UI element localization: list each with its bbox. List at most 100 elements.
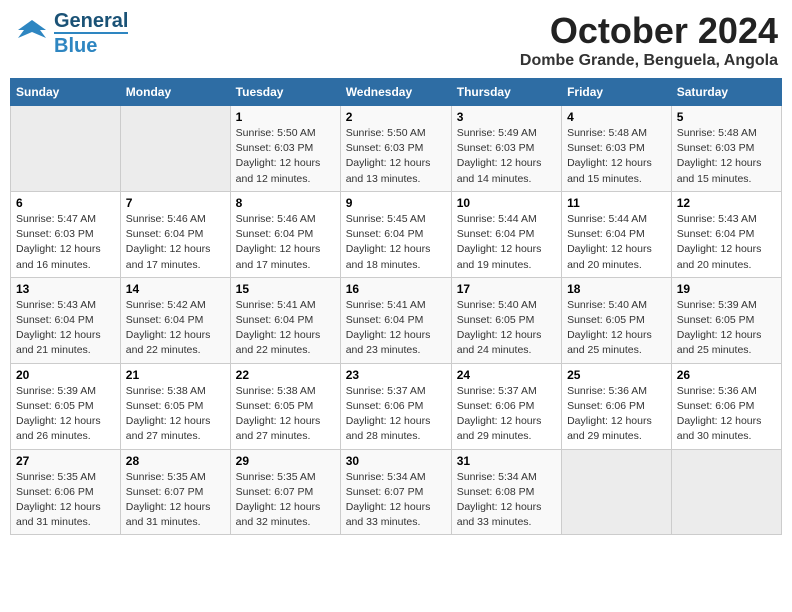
day-number: 28 — [126, 454, 225, 468]
col-header-friday: Friday — [562, 79, 672, 106]
day-number: 13 — [16, 282, 115, 296]
day-info: Sunrise: 5:36 AM Sunset: 6:06 PM Dayligh… — [677, 384, 776, 445]
day-number: 1 — [236, 110, 335, 124]
calendar-cell: 14 Sunrise: 5:42 AM Sunset: 6:04 PM Dayli… — [120, 277, 230, 363]
calendar-cell: 19Sunrise: 5:39 AM Sunset: 6:05 PM Dayli… — [671, 277, 781, 363]
day-info: Sunrise: 5:36 AM Sunset: 6:06 PM Dayligh… — [567, 384, 666, 445]
day-info: Sunrise: 5:38 AM Sunset: 6:05 PM Dayligh… — [126, 384, 225, 445]
day-info: Sunrise: 5:46 AM Sunset: 6:04 PM Dayligh… — [236, 212, 335, 273]
calendar-cell: 26 Sunrise: 5:36 AM Sunset: 6:06 PM Dayli… — [671, 363, 781, 449]
calendar-cell: 13 Sunrise: 5:43 AM Sunset: 6:04 PM Dayli… — [11, 277, 121, 363]
calendar-cell — [11, 106, 121, 192]
day-number: 20 — [16, 368, 115, 382]
day-info: Sunrise: 5:41 AM Sunset: 6:04 PM Dayligh… — [346, 298, 446, 359]
calendar-cell: 29 Sunrise: 5:35 AM Sunset: 6:07 PM Dayli… — [230, 449, 340, 535]
day-number: 18 — [567, 282, 666, 296]
day-info: Sunrise: 5:35 AM Sunset: 6:06 PM Dayligh… — [16, 470, 115, 531]
day-info: Sunrise: 5:41 AM Sunset: 6:04 PM Dayligh… — [236, 298, 335, 359]
day-number: 24 — [457, 368, 556, 382]
day-info: Sunrise: 5:47 AM Sunset: 6:03 PM Dayligh… — [16, 212, 115, 273]
calendar-cell: 17 Sunrise: 5:40 AM Sunset: 6:05 PM Dayli… — [451, 277, 561, 363]
day-info: Sunrise: 5:38 AM Sunset: 6:05 PM Dayligh… — [236, 384, 335, 445]
calendar-cell: 23 Sunrise: 5:37 AM Sunset: 6:06 PM Dayli… — [340, 363, 451, 449]
day-info: Sunrise: 5:40 AM Sunset: 6:05 PM Dayligh… — [457, 298, 556, 359]
calendar-cell: 10 Sunrise: 5:44 AM Sunset: 6:04 PM Dayli… — [451, 191, 561, 277]
calendar-table: SundayMondayTuesdayWednesdayThursdayFrid… — [10, 78, 782, 535]
calendar-cell — [120, 106, 230, 192]
calendar-cell: 2Sunrise: 5:50 AM Sunset: 6:03 PM Daylig… — [340, 106, 451, 192]
calendar-cell: 6 Sunrise: 5:47 AM Sunset: 6:03 PM Daylig… — [11, 191, 121, 277]
day-info: Sunrise: 5:49 AM Sunset: 6:03 PM Dayligh… — [457, 126, 556, 187]
day-info: Sunrise: 5:45 AM Sunset: 6:04 PM Dayligh… — [346, 212, 446, 273]
calendar-cell: 30 Sunrise: 5:34 AM Sunset: 6:07 PM Dayli… — [340, 449, 451, 535]
calendar-cell: 9 Sunrise: 5:45 AM Sunset: 6:04 PM Daylig… — [340, 191, 451, 277]
day-number: 25 — [567, 368, 666, 382]
logo-general: General — [54, 10, 128, 32]
day-info: Sunrise: 5:35 AM Sunset: 6:07 PM Dayligh… — [236, 470, 335, 531]
day-number: 29 — [236, 454, 335, 468]
day-number: 2 — [346, 110, 446, 124]
day-info: Sunrise: 5:44 AM Sunset: 6:04 PM Dayligh… — [457, 212, 556, 273]
day-info: Sunrise: 5:37 AM Sunset: 6:06 PM Dayligh… — [457, 384, 556, 445]
day-number: 6 — [16, 196, 115, 210]
calendar-cell: 25 Sunrise: 5:36 AM Sunset: 6:06 PM Dayli… — [562, 363, 672, 449]
day-number: 11 — [567, 196, 666, 210]
col-header-thursday: Thursday — [451, 79, 561, 106]
day-number: 12 — [677, 196, 776, 210]
calendar-cell: 21Sunrise: 5:38 AM Sunset: 6:05 PM Dayli… — [120, 363, 230, 449]
logo-text-block: General Blue — [54, 10, 128, 57]
calendar-cell: 31Sunrise: 5:34 AM Sunset: 6:08 PM Dayli… — [451, 449, 561, 535]
day-info: Sunrise: 5:37 AM Sunset: 6:06 PM Dayligh… — [346, 384, 446, 445]
page-title: October 2024 — [520, 10, 778, 52]
day-number: 14 — [126, 282, 225, 296]
day-number: 19 — [677, 282, 776, 296]
calendar-cell: 27 Sunrise: 5:35 AM Sunset: 6:06 PM Dayli… — [11, 449, 121, 535]
day-number: 17 — [457, 282, 556, 296]
day-number: 10 — [457, 196, 556, 210]
day-info: Sunrise: 5:34 AM Sunset: 6:07 PM Dayligh… — [346, 470, 446, 531]
title-block: October 2024 Dombe Grande, Benguela, Ang… — [520, 10, 778, 70]
day-number: 9 — [346, 196, 446, 210]
calendar-cell: 11 Sunrise: 5:44 AM Sunset: 6:04 PM Dayli… — [562, 191, 672, 277]
col-header-tuesday: Tuesday — [230, 79, 340, 106]
day-info: Sunrise: 5:42 AM Sunset: 6:04 PM Dayligh… — [126, 298, 225, 359]
col-header-sunday: Sunday — [11, 79, 121, 106]
calendar-cell — [562, 449, 672, 535]
day-number: 23 — [346, 368, 446, 382]
day-number: 5 — [677, 110, 776, 124]
day-info: Sunrise: 5:39 AM Sunset: 6:05 PM Dayligh… — [16, 384, 115, 445]
logo: General Blue — [14, 10, 128, 57]
day-number: 30 — [346, 454, 446, 468]
day-number: 26 — [677, 368, 776, 382]
day-number: 8 — [236, 196, 335, 210]
col-header-wednesday: Wednesday — [340, 79, 451, 106]
day-number: 15 — [236, 282, 335, 296]
day-info: Sunrise: 5:50 AM Sunset: 6:03 PM Dayligh… — [236, 126, 335, 187]
col-header-saturday: Saturday — [671, 79, 781, 106]
col-header-monday: Monday — [120, 79, 230, 106]
day-info: Sunrise: 5:46 AM Sunset: 6:04 PM Dayligh… — [126, 212, 225, 273]
day-number: 7 — [126, 196, 225, 210]
calendar-cell: 12Sunrise: 5:43 AM Sunset: 6:04 PM Dayli… — [671, 191, 781, 277]
calendar-cell: 18 Sunrise: 5:40 AM Sunset: 6:05 PM Dayli… — [562, 277, 672, 363]
calendar-cell: 24 Sunrise: 5:37 AM Sunset: 6:06 PM Dayli… — [451, 363, 561, 449]
calendar-cell: 28Sunrise: 5:35 AM Sunset: 6:07 PM Dayli… — [120, 449, 230, 535]
calendar-cell: 5 Sunrise: 5:48 AM Sunset: 6:03 PM Daylig… — [671, 106, 781, 192]
day-info: Sunrise: 5:40 AM Sunset: 6:05 PM Dayligh… — [567, 298, 666, 359]
calendar-cell: 8 Sunrise: 5:46 AM Sunset: 6:04 PM Daylig… — [230, 191, 340, 277]
calendar-cell: 20 Sunrise: 5:39 AM Sunset: 6:05 PM Dayli… — [11, 363, 121, 449]
day-number: 31 — [457, 454, 556, 468]
day-info: Sunrise: 5:43 AM Sunset: 6:04 PM Dayligh… — [16, 298, 115, 359]
page-subtitle: Dombe Grande, Benguela, Angola — [520, 52, 778, 70]
day-number: 16 — [346, 282, 446, 296]
calendar-cell: 7 Sunrise: 5:46 AM Sunset: 6:04 PM Daylig… — [120, 191, 230, 277]
day-info: Sunrise: 5:44 AM Sunset: 6:04 PM Dayligh… — [567, 212, 666, 273]
day-number: 27 — [16, 454, 115, 468]
calendar-cell — [671, 449, 781, 535]
day-info: Sunrise: 5:48 AM Sunset: 6:03 PM Dayligh… — [677, 126, 776, 187]
day-number: 22 — [236, 368, 335, 382]
calendar-cell: 22 Sunrise: 5:38 AM Sunset: 6:05 PM Dayli… — [230, 363, 340, 449]
calendar-cell: 3Sunrise: 5:49 AM Sunset: 6:03 PM Daylig… — [451, 106, 561, 192]
calendar-cell: 1 Sunrise: 5:50 AM Sunset: 6:03 PM Daylig… — [230, 106, 340, 192]
page-header: General Blue October 2024 Dombe Grande, … — [10, 10, 782, 70]
